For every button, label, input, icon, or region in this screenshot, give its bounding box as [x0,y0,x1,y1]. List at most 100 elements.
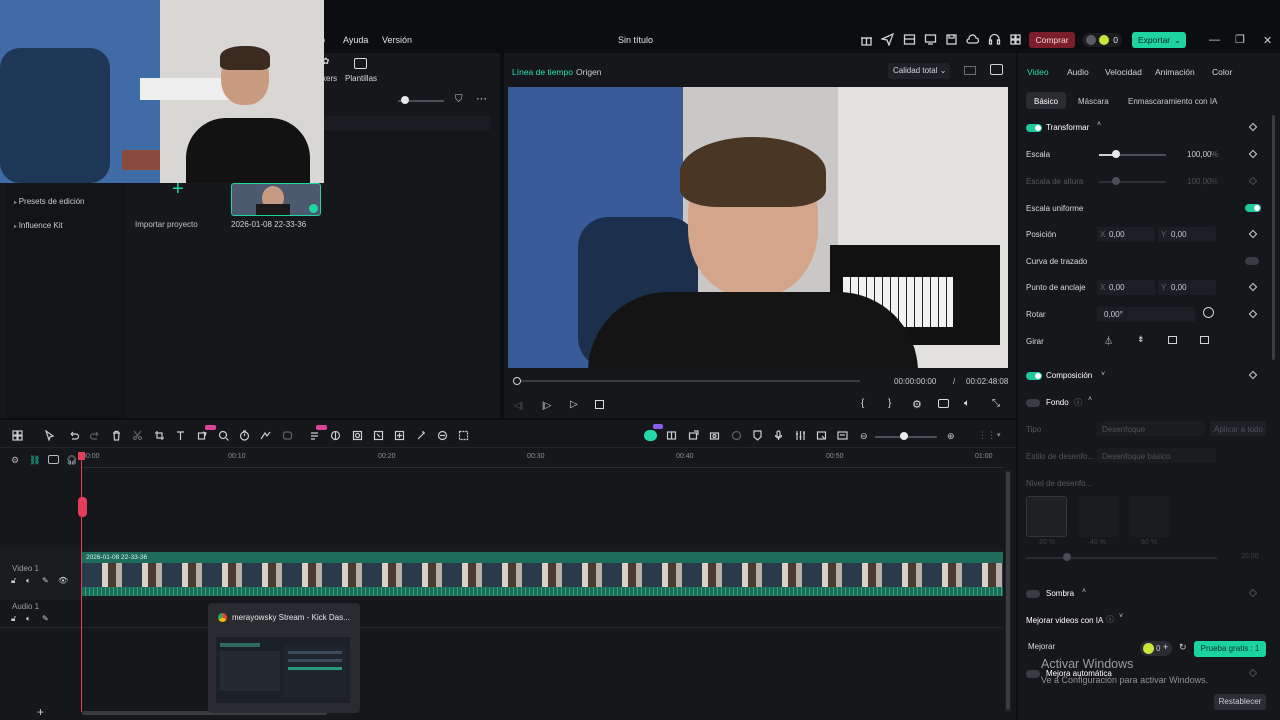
captions-icon[interactable] [837,430,848,441]
refresh-icon[interactable]: ↻ [1179,642,1187,653]
save-icon[interactable] [945,33,958,46]
delete-icon[interactable] [111,430,122,441]
free-trial-button[interactable]: Prueba gratis : 1 [1194,641,1266,657]
gift-icon[interactable] [860,33,873,46]
subtab-mask[interactable]: Máscara [1078,97,1109,106]
export-clip-icon[interactable] [688,430,699,441]
render-icon[interactable] [731,430,742,441]
rotate-dial-icon[interactable] [1203,307,1214,318]
layout-icon[interactable] [903,33,916,46]
quality-select[interactable]: Calidad total ⌄ [888,63,950,79]
chevron-up-icon[interactable]: ˄ [1082,588,1086,595]
zoom-in-icon[interactable]: ⊕ [947,431,955,442]
sidebar-item-presets[interactable]: ▸ Presets de edición [14,197,85,206]
track-grid-icon[interactable]: ⋮⋮ [978,430,996,441]
magic-icon[interactable] [416,430,427,441]
rotate-right-icon[interactable] [1200,336,1209,344]
lock-icon[interactable]: 🔓︎ [11,614,16,624]
monitor-icon[interactable] [924,33,937,46]
search-row[interactable] [320,116,490,130]
position-x-field[interactable] [1097,227,1155,242]
subtab-basic[interactable]: Básico [1034,97,1058,106]
add-track-icon[interactable]: + [37,705,44,719]
playhead[interactable] [81,452,82,712]
uniform-scale-toggle[interactable] [1245,204,1261,212]
chevron-down-icon[interactable]: ▾ [997,431,1001,439]
mixer-icon[interactable] [795,430,806,441]
send-icon[interactable] [879,32,895,47]
scissors-icon[interactable] [132,430,143,441]
zoom-out-icon[interactable]: ⊖ [860,431,868,442]
anchor-x-field[interactable] [1097,280,1155,295]
fullscreen-icon[interactable]: ⤡ [992,398,1000,409]
snapshot-icon[interactable] [938,399,949,408]
mark-in-icon[interactable]: { [861,398,864,409]
help-icon[interactable]: ⓘ [1106,614,1114,625]
detach-icon[interactable] [458,430,469,441]
headphones-icon[interactable]: 🎧︎ [66,455,77,466]
step-forward-icon[interactable]: |▷ [542,400,551,411]
scale-value[interactable]: 100,00 [1187,150,1211,159]
motion-track-icon[interactable] [373,430,384,441]
prev-frame-icon[interactable]: ◁| [514,400,523,411]
playhead-top[interactable] [78,452,85,460]
taskbar-preview-thumbnail[interactable] [216,637,350,703]
tab-plantillas[interactable]: Plantillas [345,74,377,83]
close-icon[interactable]: ✕ [1263,34,1272,47]
keyframe-path-icon[interactable] [260,430,271,441]
chevron-down-icon[interactable]: ˅ [1101,371,1105,378]
more-icon[interactable]: ⋯ [476,92,487,105]
sidebar-item-influence[interactable]: ▸ Influence Kit [14,221,63,230]
inspector-scrollbar[interactable] [1272,115,1275,360]
eye-icon[interactable]: 👁︎ [58,576,68,585]
text-icon[interactable] [175,430,186,441]
tab-stickers[interactable]: kers [322,74,337,83]
media-clip-thumbnail[interactable] [231,183,321,216]
color-match-icon[interactable] [330,430,341,441]
menu-ayuda[interactable]: Ayuda [343,35,368,45]
minimize-icon[interactable]: — [1209,34,1220,46]
preview-monitor-icon[interactable] [48,455,59,464]
track-settings-icon[interactable]: ⚙ [11,455,19,466]
redo-icon[interactable] [89,430,101,441]
mark-out-icon[interactable]: } [888,398,891,409]
image-icon[interactable] [990,64,1003,75]
audio-stretch-icon[interactable] [437,430,448,441]
position-y-field[interactable] [1158,227,1216,242]
undo-icon[interactable] [68,430,80,441]
rotate-left-icon[interactable] [1168,336,1177,344]
grid-view-icon[interactable] [964,66,976,75]
volume-icon[interactable]: 🔈︎ [964,398,970,409]
improve-credits[interactable]: 0 + [1140,641,1172,656]
subtab-ai-mask[interactable]: Enmascaramiento con IA [1128,97,1217,106]
tab-color[interactable]: Color [1212,67,1232,77]
credits-badge[interactable]: 0 [1082,33,1122,47]
chevron-down-icon[interactable]: ˅ [1119,613,1123,620]
help-icon[interactable]: ⓘ [1074,397,1082,408]
mute-icon[interactable]: ✎ [42,576,49,585]
snapshot-icon[interactable] [709,430,720,441]
stop-icon[interactable] [595,400,604,409]
cloud-icon[interactable] [966,33,980,46]
background-toggle[interactable] [1026,399,1040,407]
layout-grid-icon[interactable] [12,430,23,441]
preview-scrubber[interactable] [521,380,860,382]
tab-audio[interactable]: Audio [1067,67,1089,77]
marker-icon[interactable] [752,430,763,441]
import-project-label[interactable]: Importar proyecto [135,220,198,229]
volume-icon[interactable]: 🔈︎ [26,614,31,624]
tab-timeline[interactable]: Línea de tiempo [512,67,573,77]
tab-animation[interactable]: Animación [1155,67,1195,77]
lock-icon[interactable]: 🔓︎ [11,576,16,586]
speed-icon[interactable] [239,430,250,441]
path-curve-toggle[interactable] [1245,257,1259,265]
tab-speed[interactable]: Velocidad [1105,67,1142,77]
filter-icon[interactable]: ⛉ [455,94,463,105]
scene-detect-icon[interactable] [816,430,827,441]
play-icon[interactable]: ▷ [570,399,578,410]
split-screen-icon[interactable] [666,430,677,441]
shadow-toggle[interactable] [1026,590,1040,598]
chevron-up-icon[interactable]: ˄ [1097,121,1101,128]
menu-version[interactable]: Versión [382,35,412,45]
volume-icon[interactable]: 🔈︎ [26,576,31,586]
